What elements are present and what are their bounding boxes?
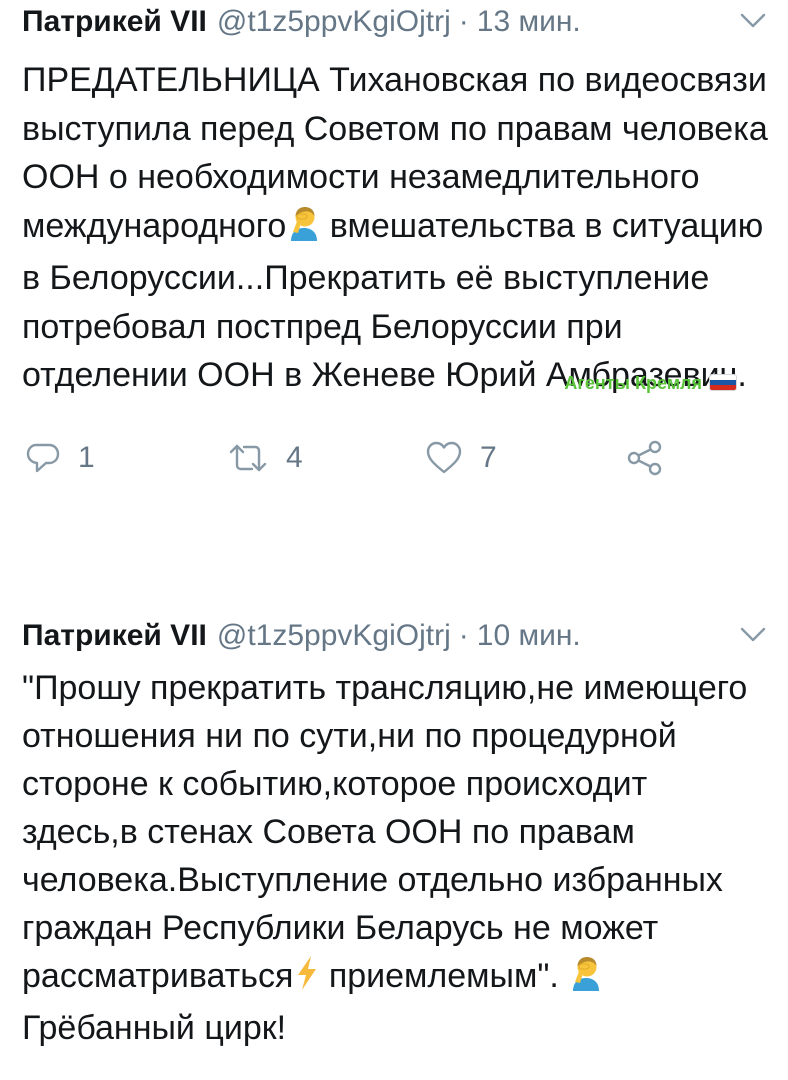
retweet-count: 4 [286, 440, 303, 474]
retweet-icon[interactable] [228, 441, 268, 475]
share-button[interactable] [626, 433, 664, 483]
chevron-down-icon[interactable] [740, 12, 766, 30]
like-button[interactable]: 7 [426, 433, 497, 483]
author-name[interactable]: Патрикей VII [22, 614, 207, 658]
author-handle[interactable]: @t1z5ppvKgiOjtrj [217, 0, 451, 44]
tweet-text: "Прошу прекратить трансляцию,не имеющего… [22, 664, 768, 1052]
reply-count: 1 [78, 440, 95, 474]
tweet-time[interactable]: 13 мин. [477, 0, 581, 44]
high-voltage-emoji [295, 955, 319, 1004]
tweet-2[interactable]: Патрикей VII @t1z5ppvKgiOjtrj · 10 мин. … [22, 614, 788, 1052]
like-count: 7 [480, 440, 497, 474]
reply-button[interactable]: 1 [26, 433, 95, 483]
tweet-header: Патрикей VII @t1z5ppvKgiOjtrj · 13 мин. [22, 0, 788, 44]
tweet-time[interactable]: 10 мин. [477, 614, 581, 658]
separator-dot: · [458, 5, 469, 38]
badge-label: Агенты Кремля [564, 372, 702, 393]
tweet-1[interactable]: Патрикей VII @t1z5ppvKgiOjtrj · 13 мин. … [22, 0, 788, 483]
tweet-actions: 1 4 7 [22, 433, 788, 483]
tweet-header: Патрикей VII @t1z5ppvKgiOjtrj · 10 мин. [22, 614, 788, 658]
russia-flag-icon [710, 375, 736, 390]
retweet-button[interactable]: 4 [228, 433, 303, 483]
tweet-text-part: "Прошу прекратить трансляцию,не имеющего… [22, 669, 748, 995]
tweet-text-part: Грёбанный цирк! [22, 1009, 287, 1047]
tweet-text: ПРЕДАТЕЛЬНИЦА Тихановская по видеосвязи … [22, 56, 768, 400]
author-handle[interactable]: @t1z5ppvKgiOjtrj [217, 614, 451, 658]
author-name[interactable]: Патрикей VII [22, 0, 207, 44]
share-icon[interactable] [626, 440, 664, 476]
facepalm-emoji [288, 205, 320, 255]
agents-badge[interactable]: Агенты Кремля [564, 372, 736, 394]
tweet-text-part: приемлемым". [328, 957, 559, 995]
separator-dot: · [458, 619, 469, 652]
chevron-down-icon[interactable] [740, 626, 766, 644]
reply-icon[interactable] [26, 441, 60, 475]
facepalm-emoji [570, 955, 602, 1004]
heart-icon[interactable] [426, 441, 462, 475]
